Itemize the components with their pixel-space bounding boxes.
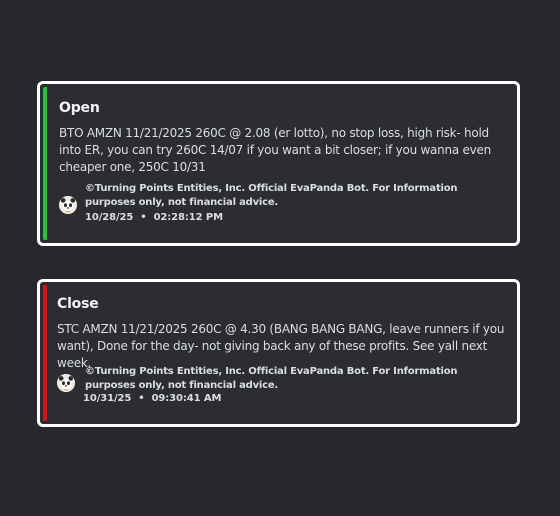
footer-timestamp: 10/31/25 • 09:30:41 AM xyxy=(83,392,221,406)
panda-avatar-icon[interactable] xyxy=(59,196,77,214)
footer-text: ©Turning Points Entities, Inc. Official … xyxy=(85,183,458,208)
embed-body: Open BTO AMZN 11/21/2025 260C @ 2.08 (er… xyxy=(43,87,514,240)
embed-body: Close STC AMZN 11/21/2025 260C @ 4.30 (B… xyxy=(43,285,514,421)
footer-separator: • xyxy=(140,212,147,223)
footer-timestamp: 10/28/25 • 02:28:12 PM xyxy=(85,211,223,225)
embed-card-open: Open BTO AMZN 11/21/2025 260C @ 2.08 (er… xyxy=(37,81,520,246)
footer-time: 02:28:12 PM xyxy=(153,212,224,223)
accent-bar xyxy=(43,285,47,421)
footer-text: ©Turning Points Entities, Inc. Official … xyxy=(85,366,458,391)
accent-bar xyxy=(43,87,47,240)
footer-date: 10/28/25 xyxy=(85,212,134,223)
footer-time: 09:30:41 AM xyxy=(151,393,222,404)
embed-description: BTO AMZN 11/21/2025 260C @ 2.08 (er lott… xyxy=(59,126,492,174)
embed-title: Open xyxy=(59,100,100,116)
embed-title: Close xyxy=(57,296,99,312)
footer-date: 10/31/25 xyxy=(83,393,132,404)
panda-avatar-icon[interactable] xyxy=(57,374,75,392)
embed-card-close: Close STC AMZN 11/21/2025 260C @ 4.30 (B… xyxy=(37,279,520,427)
footer-separator: • xyxy=(138,393,145,404)
